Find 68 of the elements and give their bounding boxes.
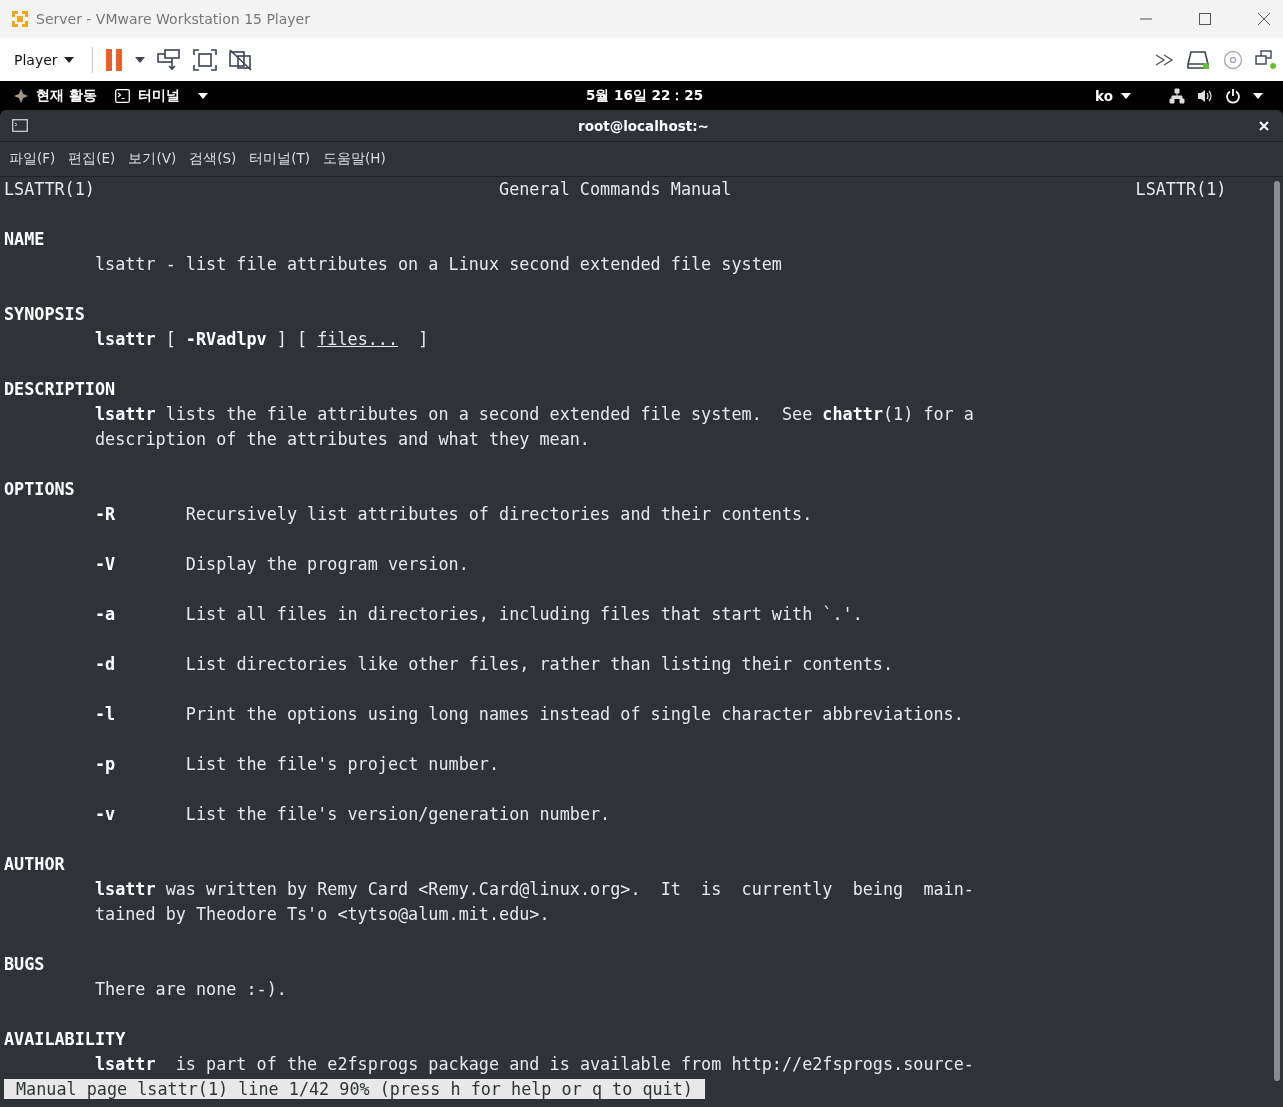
close-icon[interactable]	[1257, 12, 1271, 26]
unity-icon[interactable]	[228, 48, 253, 71]
man-page-name: LSATTR(1)	[4, 178, 95, 201]
option-description: Print the options using long names instead of single character abbreviations.	[185, 704, 964, 724]
menu-item[interactable]: 파일(F)	[4, 150, 61, 168]
section-heading: AUTHOR	[4, 854, 65, 874]
chevrons-icon[interactable]	[1155, 53, 1175, 66]
scrollbar[interactable]	[1274, 181, 1280, 1081]
man-text-line: lsattr is part of the e2fsprogs package and is available from http://e2fsprogs.source‐	[94, 1054, 974, 1074]
option-name: -l	[94, 704, 116, 724]
hard-disk-icon[interactable]	[1187, 49, 1211, 70]
network-icon[interactable]	[1169, 87, 1185, 104]
window-title: Server - VMware Workstation 15 Player	[36, 11, 310, 27]
option-name: -p	[94, 754, 116, 774]
menu-item[interactable]: 편집(E)	[63, 150, 121, 168]
option-description: Recursively list attributes of directories and their contents.	[185, 504, 813, 524]
section-heading: OPTIONS	[4, 479, 75, 499]
pager-status: Manual page lsattr(1) line 1/42 90% (press h for help or q to quit)	[4, 1079, 705, 1099]
man-text-line: There are none :-).	[94, 979, 287, 999]
section-heading: NAME	[4, 229, 45, 249]
network-adapter-icon[interactable]	[1255, 49, 1277, 70]
option-description: List directories like other files, rather than listing their contents.	[185, 654, 894, 674]
pause-icon[interactable]	[104, 48, 123, 71]
option-description: List the file's version/generation number.	[185, 804, 611, 824]
man-text-line: tained by Theodore Ts'o <tytso@alum.mit.edu>.	[94, 904, 550, 924]
option-description: Display the program version.	[185, 554, 469, 574]
send-keys-icon[interactable]	[156, 48, 181, 71]
synopsis-line: lsattr [ -RVadlpv ] [ files... ]	[94, 329, 429, 349]
terminal-icon	[114, 88, 130, 103]
option-description: List all files in directories, including files that start with `.'.	[185, 604, 863, 624]
fullscreen-icon[interactable]	[192, 48, 217, 71]
distro-logo-icon	[14, 88, 28, 103]
activities-button[interactable]: 현재 활동	[34, 86, 99, 105]
section-heading: DESCRIPTION	[4, 379, 116, 399]
volume-icon[interactable]	[1197, 87, 1213, 104]
option-name: -v	[94, 804, 116, 824]
menu-item[interactable]: 터미널(T)	[244, 150, 316, 168]
menu-item[interactable]: 보기(V)	[123, 150, 182, 168]
clock[interactable]: 5월 16일 22：25	[584, 87, 706, 105]
menu-item[interactable]: 검색(S)	[184, 150, 242, 168]
man-text-line: lsattr was written by Remy Card <Remy.Card@linux.org>. It is currently being main‐	[94, 879, 974, 899]
option-name: -R	[94, 504, 116, 524]
section-heading: SYNOPSIS	[4, 304, 85, 324]
caret-icon	[1121, 92, 1131, 99]
caret-icon[interactable]	[134, 56, 145, 63]
terminal-icon	[12, 119, 28, 132]
app-menu-button[interactable]: 터미널	[135, 86, 182, 105]
section-heading: AVAILABILITY	[4, 1029, 126, 1049]
terminal-title: root@localhost:~	[577, 117, 710, 134]
man-text-line: description of the attributes and what they mean.	[94, 429, 590, 449]
app-logo-icon	[10, 9, 30, 29]
man-text-line: lsattr lists the file attributes on a second extended file system. See chattr(1) for a	[94, 404, 974, 424]
manual-title: General Commands Manual	[499, 178, 732, 201]
option-description: List the file's project number.	[185, 754, 500, 774]
input-method-button[interactable]: ko	[1093, 87, 1115, 104]
power-icon[interactable]	[1225, 87, 1241, 104]
man-text-line: lsattr - list file attributes on a Linux second extended file system	[94, 254, 782, 274]
menu-item[interactable]: 도움말(H)	[318, 150, 391, 168]
player-menu-button[interactable]: Player	[8, 49, 80, 70]
caret-icon	[197, 92, 208, 99]
caret-icon[interactable]	[1253, 92, 1263, 99]
maximize-icon[interactable]	[1198, 12, 1212, 26]
option-name: -a	[94, 604, 116, 624]
section-heading: BUGS	[4, 954, 45, 974]
option-name: -d	[94, 654, 116, 674]
man-page-name: LSATTR(1)	[1135, 178, 1227, 201]
option-name: -V	[94, 554, 116, 574]
caret-icon	[63, 56, 74, 63]
